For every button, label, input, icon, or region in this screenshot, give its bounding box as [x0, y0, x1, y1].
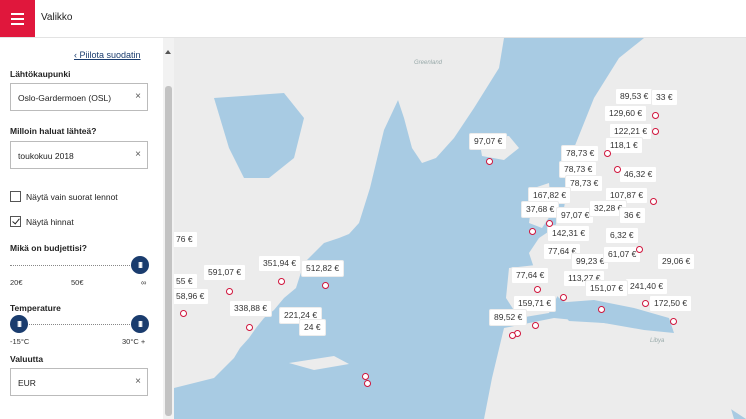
- price-tag[interactable]: 591,07 €: [204, 265, 246, 280]
- price-tag[interactable]: 55 €: [174, 274, 197, 289]
- budget-slider-handle[interactable]: III: [131, 256, 149, 274]
- destination-pin[interactable]: [278, 278, 285, 285]
- sidebar-scrollbar[interactable]: [163, 38, 174, 419]
- top-bar: Valikko: [0, 0, 746, 38]
- price-tag[interactable]: 142,31 €: [548, 226, 590, 241]
- date-field[interactable]: toukokuu 2018 ×: [10, 141, 148, 169]
- show-prices-checkbox[interactable]: [10, 216, 21, 227]
- price-tag[interactable]: 97,07 €: [557, 208, 594, 223]
- origin-field[interactable]: Oslo-Gardermoen (OSL) ×: [10, 83, 148, 111]
- destination-pin[interactable]: [486, 158, 493, 165]
- price-tag[interactable]: 338,88 €: [230, 301, 272, 316]
- price-tag[interactable]: 61,07 €: [604, 247, 641, 262]
- temperature-max-value: 30°C +: [122, 337, 146, 346]
- temperature-slider-track[interactable]: [10, 324, 138, 326]
- destination-pin[interactable]: [642, 300, 649, 307]
- map-label-libya: Libya: [650, 338, 665, 344]
- origin-label: Lähtökaupunki: [10, 69, 71, 79]
- destination-pin[interactable]: [532, 322, 539, 329]
- price-tag[interactable]: 99,23 €: [572, 254, 609, 269]
- destination-pin[interactable]: [246, 324, 253, 331]
- price-tag[interactable]: 77,64 €: [512, 268, 549, 283]
- destination-pin[interactable]: [652, 112, 659, 119]
- direct-only-label[interactable]: Näytä vain suorat lennot: [26, 192, 118, 202]
- scroll-thumb[interactable]: [165, 86, 172, 416]
- destination-pin[interactable]: [226, 288, 233, 295]
- price-tag[interactable]: 89,53 €: [616, 89, 653, 104]
- date-value: toukokuu 2018: [18, 151, 74, 161]
- destination-pin[interactable]: [598, 306, 605, 313]
- filter-sidebar: ‹ Piilota suodatin Lähtökaupunki Oslo-Ga…: [0, 38, 163, 419]
- destination-pin[interactable]: [636, 246, 643, 253]
- budget-tick: ∞: [141, 278, 147, 287]
- map-label-greenland: Greenland: [414, 60, 443, 66]
- price-tag[interactable]: 58,96 €: [174, 289, 209, 304]
- price-tag[interactable]: 159,71 €: [514, 296, 556, 311]
- direct-only-checkbox[interactable]: [10, 191, 21, 202]
- price-tag[interactable]: 97,07 €: [470, 134, 507, 149]
- destination-pin[interactable]: [614, 166, 621, 173]
- price-tag[interactable]: 351,94 €: [259, 256, 301, 271]
- clear-origin-icon[interactable]: ×: [135, 91, 141, 102]
- price-tag[interactable]: 33 €: [652, 90, 677, 105]
- hamburger-menu-icon[interactable]: [0, 0, 35, 37]
- price-tag[interactable]: 76 €: [174, 232, 197, 247]
- budget-slider-track[interactable]: [10, 265, 138, 267]
- currency-value: EUR: [18, 378, 36, 388]
- destination-pin[interactable]: [534, 286, 541, 293]
- price-tag[interactable]: 89,52 €: [490, 310, 527, 325]
- temperature-label: Temperature: [10, 303, 61, 313]
- destination-pin[interactable]: [322, 282, 329, 289]
- price-tag[interactable]: 172,50 €: [650, 296, 692, 311]
- scroll-up-arrow-icon[interactable]: [165, 50, 171, 54]
- menu-label[interactable]: Valikko: [41, 12, 73, 23]
- temperature-max-handle[interactable]: III: [131, 315, 149, 333]
- price-tag[interactable]: 46,32 €: [620, 167, 657, 182]
- destination-pin[interactable]: [650, 198, 657, 205]
- destination-pin[interactable]: [670, 318, 677, 325]
- destination-pin[interactable]: [604, 150, 611, 157]
- price-tag[interactable]: 151,07 €: [586, 281, 628, 296]
- clear-currency-icon[interactable]: ×: [135, 376, 141, 387]
- price-tag[interactable]: 512,82 €: [302, 261, 344, 276]
- temperature-min-handle[interactable]: III: [10, 315, 28, 333]
- budget-label: Mikä on budjettisi?: [10, 243, 87, 253]
- price-tag[interactable]: 6,32 €: [606, 228, 638, 243]
- price-tag[interactable]: 122,21 €: [610, 124, 652, 139]
- currency-label: Valuutta: [10, 354, 44, 364]
- show-prices-label[interactable]: Näytä hinnat: [26, 217, 74, 227]
- price-tag[interactable]: 36 €: [620, 208, 645, 223]
- when-label: Milloin haluat lähteä?: [10, 126, 97, 136]
- price-tag[interactable]: 167,82 €: [529, 188, 571, 203]
- price-tag[interactable]: 129,60 €: [605, 106, 647, 121]
- price-tag[interactable]: 37,68 €: [522, 202, 559, 217]
- destination-pin[interactable]: [364, 380, 371, 387]
- temperature-min-value: -15°C: [10, 337, 30, 346]
- budget-tick: 50€: [71, 278, 84, 287]
- price-tag[interactable]: 78,73 €: [560, 162, 597, 177]
- clear-date-icon[interactable]: ×: [135, 149, 141, 160]
- world-map[interactable]: Greenland Libya 97,07 € 89,53 € 129,60 €…: [174, 38, 746, 419]
- hide-filter-label[interactable]: Piilota suodatin: [80, 50, 141, 60]
- price-tag[interactable]: 78,73 €: [566, 176, 603, 191]
- destination-pin[interactable]: [509, 332, 516, 339]
- destination-pin[interactable]: [362, 373, 369, 380]
- destination-pin[interactable]: [546, 220, 553, 227]
- destination-pin[interactable]: [529, 228, 536, 235]
- destination-pin[interactable]: [180, 310, 187, 317]
- destination-pin[interactable]: [560, 294, 567, 301]
- destination-pin[interactable]: [652, 128, 659, 135]
- price-tag[interactable]: 29,06 €: [658, 254, 695, 269]
- currency-field[interactable]: EUR ×: [10, 368, 148, 396]
- origin-value: Oslo-Gardermoen (OSL): [18, 93, 112, 103]
- budget-tick: 20€: [10, 278, 23, 287]
- price-tag[interactable]: 241,40 €: [626, 279, 668, 294]
- price-tag[interactable]: 78,73 €: [562, 146, 599, 161]
- hide-filter-link[interactable]: ‹ Piilota suodatin: [74, 50, 141, 60]
- price-tag[interactable]: 118,1 €: [606, 138, 642, 153]
- price-tag[interactable]: 24 €: [300, 320, 325, 335]
